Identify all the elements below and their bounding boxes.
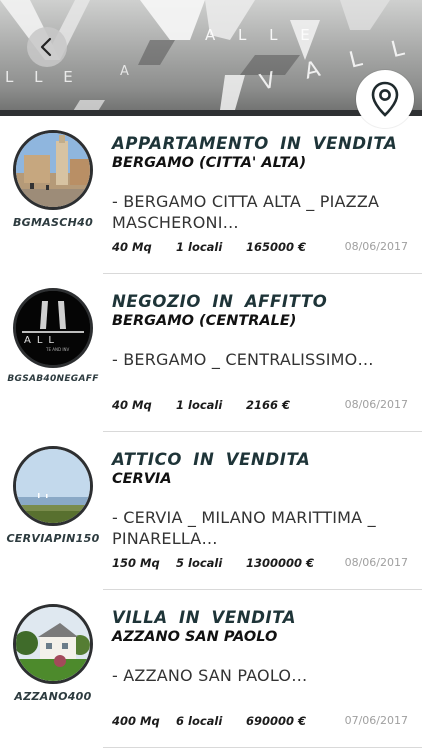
listing-item[interactable]: CERVIAPIN150 ATTICO IN VENDITA CERVIA - … [0,432,422,590]
listing-size: 150 Mq [112,556,160,570]
listing-date: 08/06/2017 [344,556,408,569]
listing-thumbnail: ALL TE AND INV [13,288,93,368]
listing-price: 2166 € [246,398,291,412]
svg-text:A: A [120,64,136,79]
listing-description: - BERGAMO _ CENTRALISSIMO… [112,349,408,370]
listing-price: 1300000 € [246,556,315,570]
description-line: MASCHERONI… [112,213,239,232]
listing-rooms: 6 locali [176,714,223,728]
chevron-left-icon [40,37,52,57]
listing-price: 165000 € [246,240,307,254]
listing-meta: 400 Mq 6 locali 690000 € 07/06/2017 [112,714,408,730]
listing-city: BERGAMO (CITTA' ALTA) [112,155,307,171]
listing-item[interactable]: BGMASCH40 APPARTAMENTO IN VENDITA BERGAM… [0,116,422,274]
listing-meta: 40 Mq 1 locali 2166 € 08/06/2017 [112,398,408,414]
listing-item[interactable]: ALL TE AND INV BGSAB40NEGAFF NEGOZIO IN … [0,274,422,432]
listing-thumbnail [13,604,93,684]
listing-date: 08/06/2017 [344,398,408,411]
map-pin-icon [371,81,399,117]
listing-rooms: 1 locali [176,240,223,254]
listing-size: 40 Mq [112,398,152,412]
description-line: - AZZANO SAN PAOLO… [112,666,308,685]
listing-code: CERVIAPIN150 [6,532,100,545]
listing-description: - AZZANO SAN PAOLO… [112,665,408,686]
description-line: - BERGAMO _ CENTRALISSIMO… [112,350,374,369]
svg-text:A L L E: A L L E [205,26,319,44]
listing-title: NEGOZIO IN AFFITTO [112,292,328,311]
listing-date: 07/06/2017 [344,714,408,727]
listing-thumbnail [13,446,93,526]
listing-title: APPARTAMENTO IN VENDITA [112,134,398,153]
listing-thumbnail [13,130,93,210]
listing-size: 400 Mq [112,714,160,728]
listing-city: CERVIA [112,471,172,487]
listing-meta: 40 Mq 1 locali 165000 € 08/06/2017 [112,240,408,256]
svg-text:L L E: L L E [5,68,81,86]
listing-code: AZZANO400 [14,690,92,703]
svg-text:ALL: ALL [24,335,60,346]
listing-title: ATTICO IN VENDITA [112,450,311,469]
description-line: - BERGAMO CITTA ALTA _ PIAZZA [112,192,380,211]
listing-date: 08/06/2017 [344,240,408,253]
listing-rooms: 5 locali [176,556,223,570]
listing-code: BGSAB40NEGAFF [7,374,99,384]
description-line: - CERVIA _ MILANO MARITTIMA _ [112,508,376,527]
listing-title: VILLA IN VENDITA [112,608,297,627]
listing-size: 40 Mq [112,240,152,254]
divider [103,747,422,748]
listing-price: 690000 € [246,714,307,728]
listing-meta: 150 Mq 5 locali 1300000 € 08/06/2017 [112,556,408,572]
back-button[interactable] [27,27,67,67]
listing-description: - BERGAMO CITTA ALTA _ PIAZZA MASCHERONI… [112,191,408,233]
listing-description: - CERVIA _ MILANO MARITTIMA _ PINARELLA… [112,507,408,549]
listing-list: BGMASCH40 APPARTAMENTO IN VENDITA BERGAM… [0,116,422,748]
listing-city: AZZANO SAN PAOLO [112,629,278,645]
description-line: PINARELLA… [112,529,218,548]
svg-text:TE AND INV: TE AND INV [45,347,69,352]
listing-item[interactable]: AZZANO400 VILLA IN VENDITA AZZANO SAN PA… [0,590,422,748]
listing-rooms: 1 locali [176,398,223,412]
listing-city: BERGAMO (CENTRALE) [112,313,297,329]
listing-code: BGMASCH40 [12,216,94,229]
